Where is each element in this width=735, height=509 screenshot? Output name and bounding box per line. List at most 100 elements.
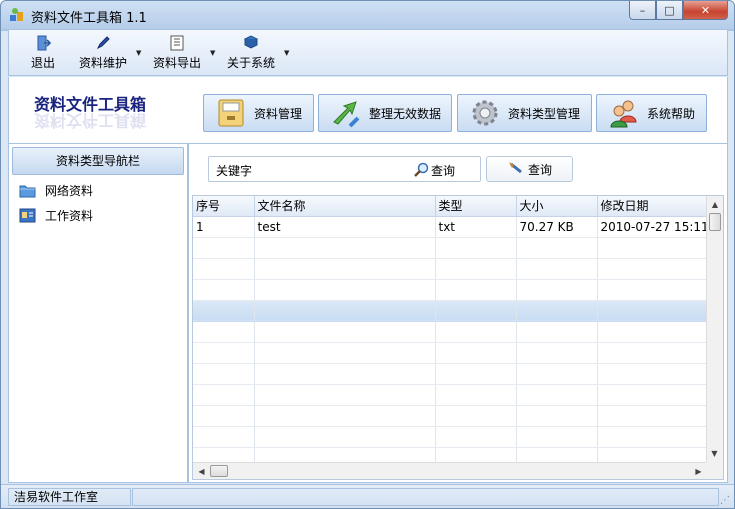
table-row[interactable] (193, 321, 708, 343)
brand-reflection: 资料文件工具箱 (34, 111, 147, 130)
scroll-right-icon[interactable]: ▶ (690, 463, 707, 479)
table-row[interactable] (193, 405, 708, 427)
table-cell (597, 342, 708, 364)
table-header-row: 序号 文件名称 类型 大小 修改日期 (193, 196, 708, 217)
table-row[interactable] (193, 363, 708, 385)
table-cell (435, 363, 517, 385)
menu-about-system[interactable]: 关于系统 (225, 33, 277, 73)
table-cell (516, 384, 598, 406)
scroll-thumb[interactable] (210, 465, 228, 477)
table-cell (597, 384, 708, 406)
id-card-icon (19, 208, 36, 222)
table-cell (597, 321, 708, 343)
clean-invalid-data-button[interactable]: 整理无效数据 (318, 94, 452, 132)
table-cell (254, 237, 436, 259)
menu-data-maintenance[interactable]: 资料维护 (77, 33, 129, 73)
nav-item-network[interactable]: 网络资料 (19, 180, 93, 200)
table-row[interactable] (193, 426, 708, 448)
table-cell (254, 300, 436, 322)
query-button[interactable]: 查询 (486, 156, 573, 182)
table-cell: test (254, 216, 436, 238)
window-controls: – □ ✕ (629, 1, 728, 21)
table-cell (254, 384, 436, 406)
close-button[interactable]: ✕ (683, 1, 728, 20)
table-cell (516, 363, 598, 385)
column-header[interactable]: 类型 (435, 196, 517, 217)
dropdown-arrow-icon[interactable]: ▼ (136, 49, 141, 57)
minimize-icon: – (639, 3, 646, 17)
table-row[interactable] (193, 300, 708, 322)
data-management-button[interactable]: 资料管理 (203, 94, 314, 132)
table-cell: 1 (193, 216, 255, 238)
table-row[interactable]: 1 test txt 70.27 KB 2010-07-27 15:11:4 (193, 216, 708, 238)
table-cell (193, 258, 255, 280)
keyword-search-box[interactable]: 关键字 查询 (208, 156, 481, 182)
close-icon: ✕ (700, 3, 711, 17)
clean-invalid-data-label: 整理无效数据 (369, 106, 442, 121)
nav-item-work[interactable]: 工作资料 (19, 205, 93, 225)
table-cell (597, 363, 708, 385)
table-cell (435, 237, 517, 259)
table-cell (435, 279, 517, 301)
type-navigation-panel: 资料类型导航栏 网络资料 工作资料 (8, 143, 188, 483)
exit-icon (37, 35, 51, 51)
table-cell (193, 279, 255, 301)
menu-exit[interactable]: 退出 (25, 33, 61, 73)
table-cell (193, 342, 255, 364)
table-row[interactable] (193, 384, 708, 406)
dropdown-arrow-icon[interactable]: ▼ (210, 49, 215, 57)
table-cell (254, 321, 436, 343)
table-cell (254, 258, 436, 280)
book-icon (243, 35, 259, 49)
nav-header: 资料类型导航栏 (12, 147, 184, 175)
scroll-thumb[interactable] (709, 213, 721, 231)
table-cell (597, 426, 708, 448)
table-cell (516, 342, 598, 364)
dropdown-arrow-icon[interactable]: ▼ (284, 49, 289, 57)
keyword-label: 关键字 (216, 164, 253, 178)
table-cell (516, 258, 598, 280)
status-panel (132, 488, 719, 506)
column-header[interactable]: 文件名称 (254, 196, 436, 217)
menu-data-export-label: 资料导出 (152, 56, 201, 70)
gear-icon (468, 97, 502, 129)
column-header[interactable]: 序号 (193, 196, 255, 217)
table-cell (597, 279, 708, 301)
table-cell: 2010-07-27 15:11:4 (597, 216, 708, 238)
export-icon (170, 35, 184, 51)
column-header[interactable]: 修改日期 (597, 196, 708, 217)
menu-data-export[interactable]: 资料导出 (151, 33, 203, 73)
title-bar[interactable]: 资料文件工具箱 1.1 – □ ✕ (1, 1, 734, 29)
table-cell (435, 321, 517, 343)
table-cell (516, 300, 598, 322)
table-cell (597, 258, 708, 280)
data-type-management-button[interactable]: 资料类型管理 (457, 94, 592, 132)
table-row[interactable] (193, 237, 708, 259)
table-cell: txt (435, 216, 517, 238)
column-header[interactable]: 大小 (516, 196, 598, 217)
maximize-icon: □ (664, 3, 675, 17)
inline-search-button[interactable]: 查询 (413, 160, 455, 180)
system-help-button[interactable]: 系统帮助 (596, 94, 707, 132)
table-row[interactable] (193, 342, 708, 364)
table-row[interactable] (193, 279, 708, 301)
header-band: 资料文件工具箱 资料文件工具箱 资料管理 整理无效数据 资料类型管理 系统帮助 (8, 77, 728, 143)
scroll-left-icon[interactable]: ◀ (193, 463, 210, 479)
table-cell (254, 363, 436, 385)
table-cell (516, 279, 598, 301)
table-cell (435, 405, 517, 427)
data-management-label: 资料管理 (254, 106, 303, 121)
table-cell (193, 426, 255, 448)
archive-box-icon (214, 97, 248, 129)
scroll-up-icon[interactable]: ▲ (707, 196, 723, 213)
table-row[interactable] (193, 258, 708, 280)
maximize-button[interactable]: □ (656, 1, 683, 20)
table-cell (516, 237, 598, 259)
vertical-scrollbar[interactable]: ▲ (706, 196, 723, 462)
minimize-button[interactable]: – (629, 1, 656, 20)
resize-grip-icon[interactable]: ⋰ (720, 495, 730, 506)
status-text: 洁易软件工作室 (8, 488, 131, 506)
horizontal-scrollbar[interactable]: ◀ ▶ (193, 462, 707, 479)
table-cell (516, 426, 598, 448)
scroll-down-icon[interactable]: ▼ (706, 445, 723, 462)
